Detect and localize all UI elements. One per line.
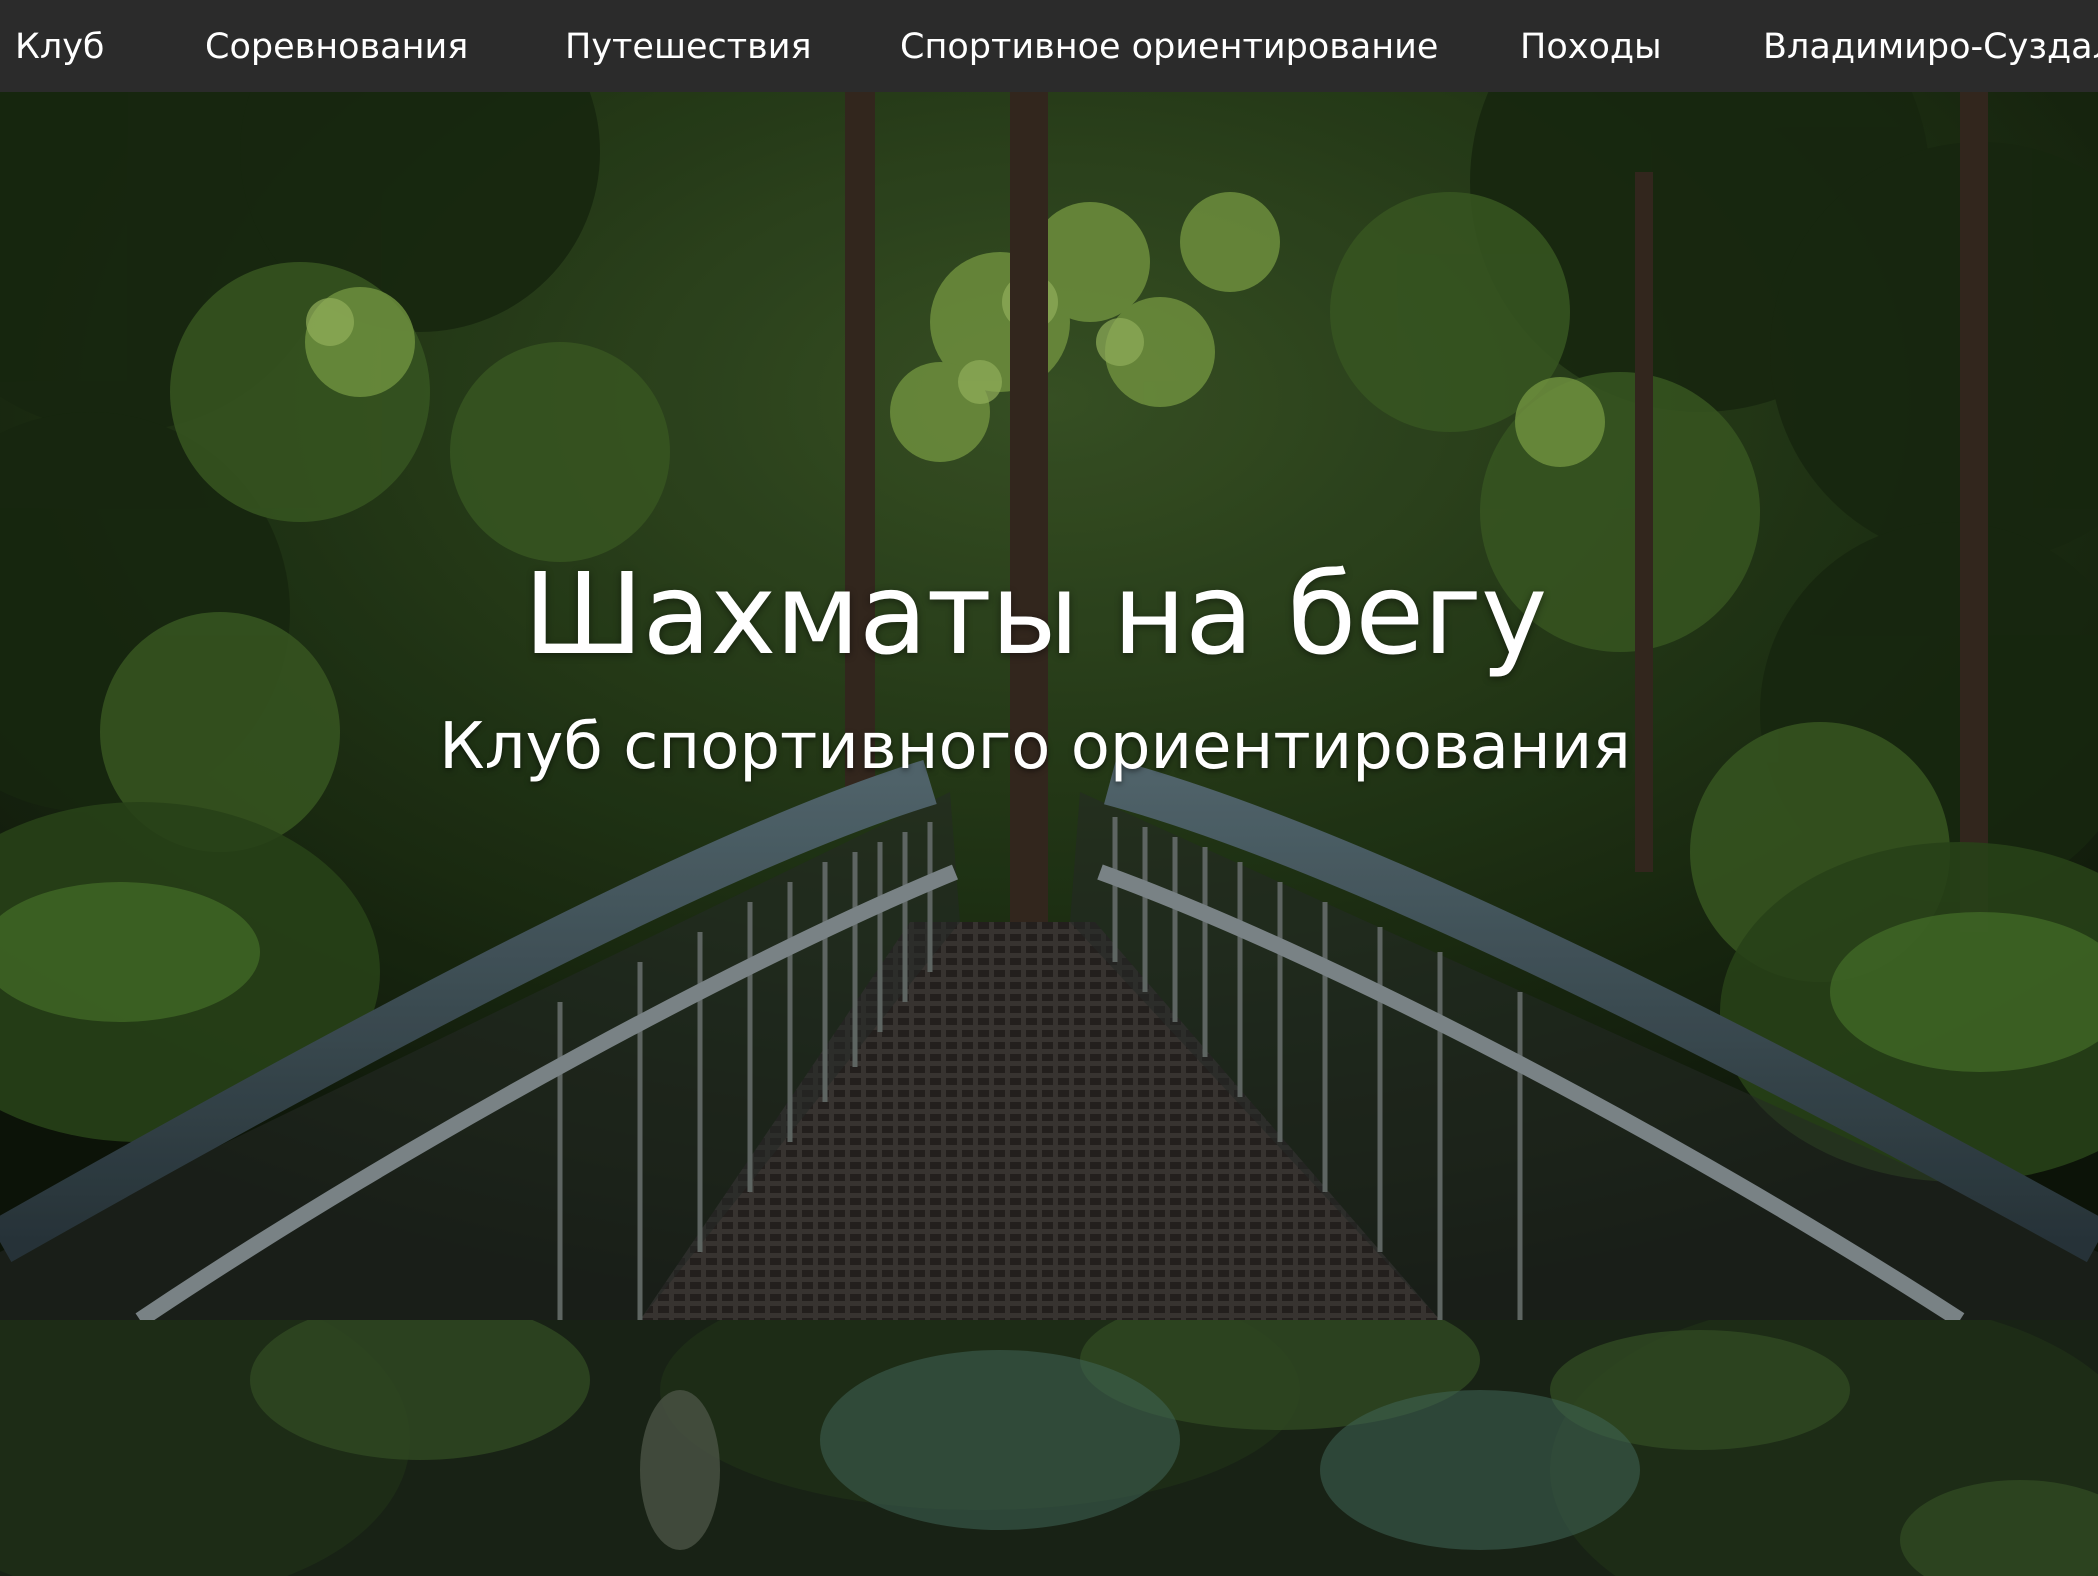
nav-item-club[interactable]: Клуб (15, 0, 105, 92)
nav-item-vladimir-suzdal[interactable]: Владимиро-Суздаль (1763, 0, 2098, 92)
hero-title: Шахматы на бегу (523, 550, 1548, 680)
nav-item-hikes[interactable]: Походы (1520, 0, 1662, 92)
top-navigation: Клуб Соревнования Путешествия Спортивное… (0, 0, 2098, 92)
nav-item-travel[interactable]: Путешествия (565, 0, 812, 92)
hero-subtitle: Клуб спортивного ориентирования (439, 710, 1631, 784)
hero-section: Шахматы на бегу Клуб спортивного ориенти… (0, 92, 2098, 1320)
nav-item-competitions[interactable]: Соревнования (205, 0, 468, 92)
forest-canopy-section (0, 1320, 2098, 1576)
forest-canopy-image (0, 1320, 2098, 1576)
nav-item-orienteering[interactable]: Спортивное ориентирование (900, 0, 1438, 92)
hero-overlay (0, 92, 2098, 1320)
